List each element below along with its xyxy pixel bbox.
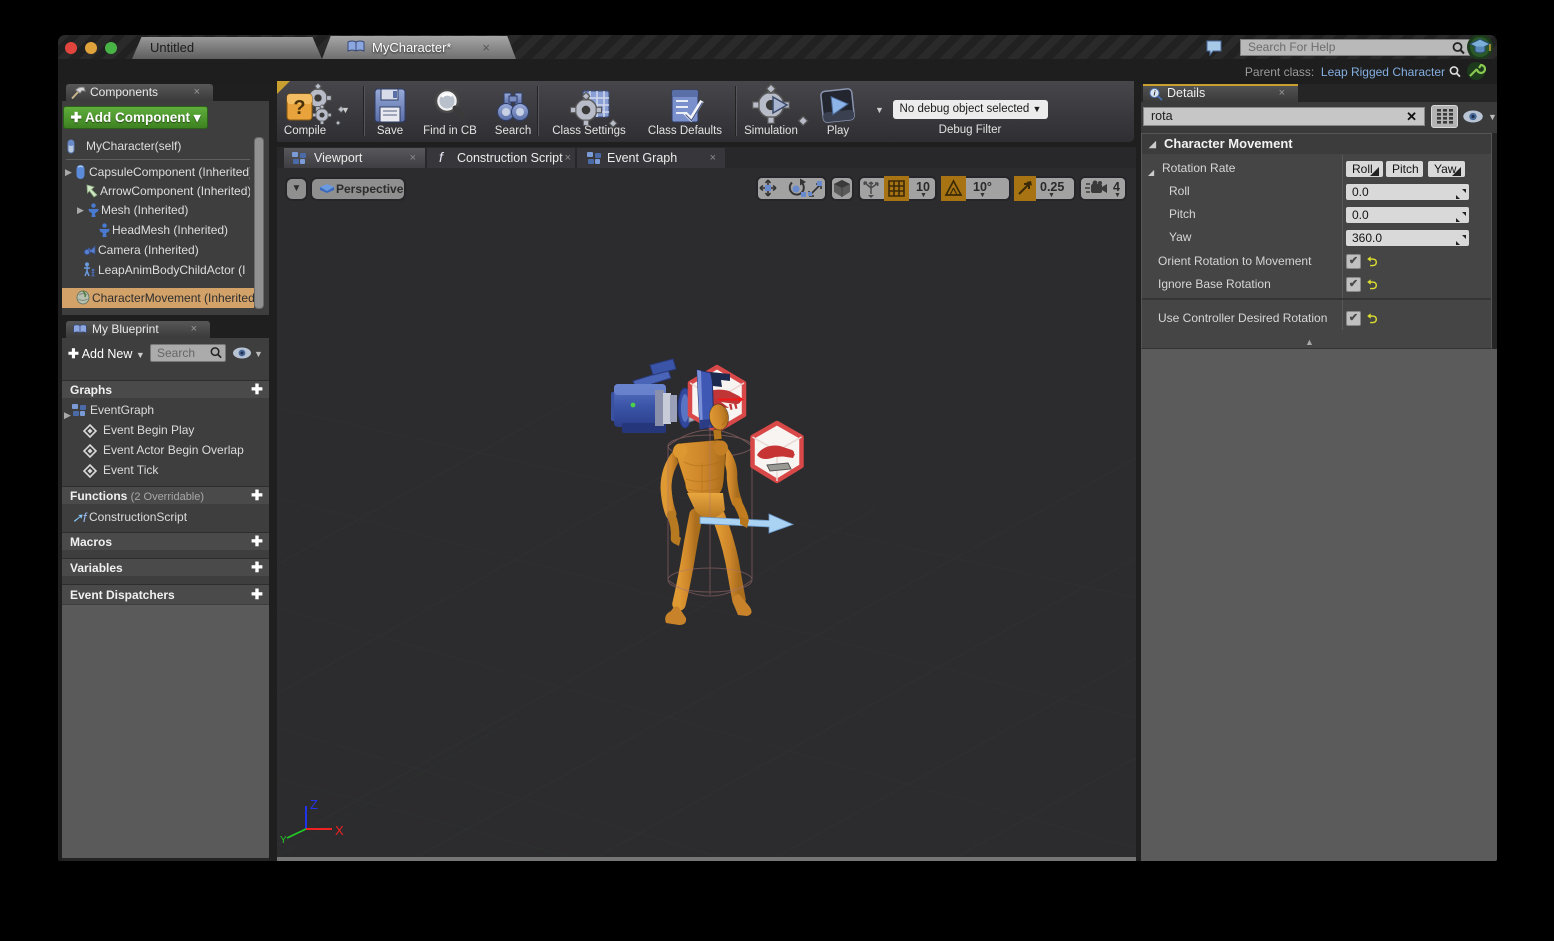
svg-text:X: X <box>335 823 344 838</box>
svg-text:Z: Z <box>310 797 318 812</box>
svg-text:Y: Y <box>280 835 287 846</box>
